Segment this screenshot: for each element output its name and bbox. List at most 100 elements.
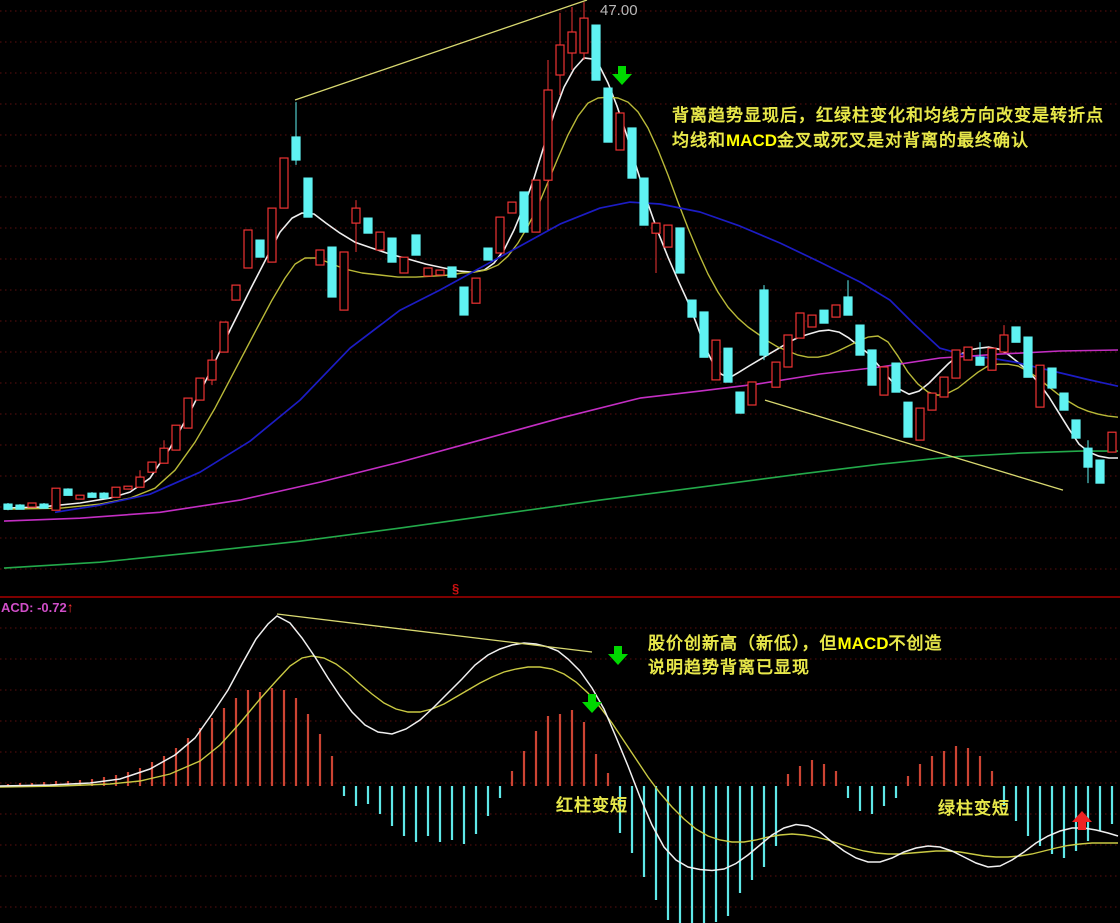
- candle-down: [820, 310, 828, 323]
- candle-down: [64, 489, 72, 495]
- candle-up: [376, 232, 384, 250]
- candle-up: [580, 18, 588, 53]
- candles-layer: [4, 2, 1116, 510]
- candle-down: [16, 505, 24, 509]
- candle-down: [256, 240, 264, 257]
- candle-down: [1024, 337, 1032, 377]
- candle-down: [304, 178, 312, 217]
- annotation-text: 股价创新高（新低），但: [648, 634, 838, 653]
- divergence-annotation-line2: 均线和MACD金叉或死叉是对背离的最终确认: [672, 126, 1029, 151]
- candle-up: [472, 278, 480, 303]
- candle-down: [1096, 460, 1104, 483]
- candle-down: [904, 402, 912, 437]
- candle-down: [292, 137, 300, 160]
- candle-down: [88, 493, 96, 497]
- red-bars-shorten-label: 红柱变短: [556, 791, 628, 816]
- candle-up: [220, 322, 228, 352]
- macd-value-readout: ACD: -0.72↑: [1, 599, 74, 615]
- candle-down: [1060, 393, 1068, 410]
- candle-up: [76, 495, 84, 499]
- candle-up: [964, 347, 972, 360]
- candle-down: [328, 247, 336, 297]
- candle-up: [796, 313, 804, 338]
- candle-up: [424, 268, 432, 276]
- candle-up: [496, 217, 504, 253]
- candle-down: [520, 192, 528, 232]
- price-peak-label: 47.00: [600, 2, 638, 19]
- up-arrow-glyph: ↑: [67, 599, 74, 615]
- candle-up: [160, 448, 168, 463]
- candle-down: [604, 88, 612, 142]
- annotation-text: 均线和: [672, 131, 726, 150]
- candle-up: [748, 382, 756, 405]
- candle-up: [268, 208, 276, 262]
- candle-up: [568, 32, 576, 53]
- candle-down: [460, 287, 468, 315]
- candle-down: [856, 325, 864, 355]
- candle-up: [112, 487, 120, 497]
- candle-up: [916, 408, 924, 440]
- candle-down: [724, 348, 732, 382]
- candle-up: [124, 486, 132, 489]
- candle-up: [544, 90, 552, 180]
- section-marker: §: [452, 581, 459, 596]
- candle-up: [280, 158, 288, 208]
- macd-note-line2: 说明趋势背离已显现: [648, 653, 810, 678]
- candle-up: [1000, 335, 1008, 352]
- candle-up: [772, 362, 780, 387]
- candle-up: [184, 398, 192, 428]
- candle-up: [508, 202, 516, 213]
- candle-up: [532, 180, 540, 232]
- ma-longest-green: [4, 451, 1118, 568]
- candle-up: [712, 340, 720, 380]
- candle-up: [400, 257, 408, 273]
- candle-up: [928, 393, 936, 410]
- candle-up: [316, 250, 324, 265]
- candle-down: [844, 297, 852, 315]
- candle-down: [100, 493, 108, 498]
- candle-up: [244, 230, 252, 268]
- candle-down: [4, 504, 12, 509]
- candle-up: [436, 270, 444, 275]
- candle-down: [676, 228, 684, 273]
- stock-chart-app: 47.00 背离趋势显现后，红绿柱变化和均线方向改变是转折点 均线和MACD金叉…: [0, 0, 1120, 923]
- price-peak-trendline: [295, 0, 587, 100]
- annotation-text: 不创造: [889, 634, 943, 653]
- candle-up: [28, 503, 36, 507]
- annotation-text: 金叉或死叉是对背离的最终确认: [777, 131, 1029, 150]
- candle-up: [652, 223, 660, 233]
- candle-down: [484, 248, 492, 260]
- candle-down: [688, 300, 696, 317]
- candle-down: [736, 392, 744, 413]
- candle-up: [172, 425, 180, 450]
- candle-down: [1084, 448, 1092, 467]
- candle-up: [340, 252, 348, 310]
- macd-keyword: MACD: [838, 634, 889, 653]
- candle-down: [364, 218, 372, 233]
- candle-up: [208, 360, 216, 380]
- divergence-annotation-line1: 背离趋势显现后，红绿柱变化和均线方向改变是转折点: [672, 101, 1104, 126]
- price-decline-trendline: [765, 400, 1063, 490]
- macd-note-line1: 股价创新高（新低），但MACD不创造: [648, 629, 943, 654]
- ma-longer-magenta: [4, 350, 1118, 521]
- macd-divergence-trendline: [277, 614, 592, 652]
- macd-keyword: MACD: [726, 131, 777, 150]
- candle-down: [388, 238, 396, 262]
- candle-up: [196, 378, 204, 400]
- candle-up: [952, 350, 960, 378]
- candle-up: [1108, 432, 1116, 452]
- candle-up: [784, 335, 792, 367]
- candle-up: [556, 45, 564, 75]
- macd-value-text: ACD: -0.72: [1, 600, 67, 615]
- candle-up: [1036, 365, 1044, 407]
- macd-peak-arrow: [608, 646, 628, 665]
- candle-up: [664, 225, 672, 247]
- candle-up: [232, 285, 240, 300]
- candle-up: [832, 305, 840, 317]
- macd-redbars-arrow: [582, 694, 602, 713]
- candle-down: [868, 350, 876, 385]
- candle-down: [640, 178, 648, 225]
- candle-up: [136, 477, 144, 487]
- candle-up: [880, 367, 888, 395]
- candle-down: [760, 290, 768, 355]
